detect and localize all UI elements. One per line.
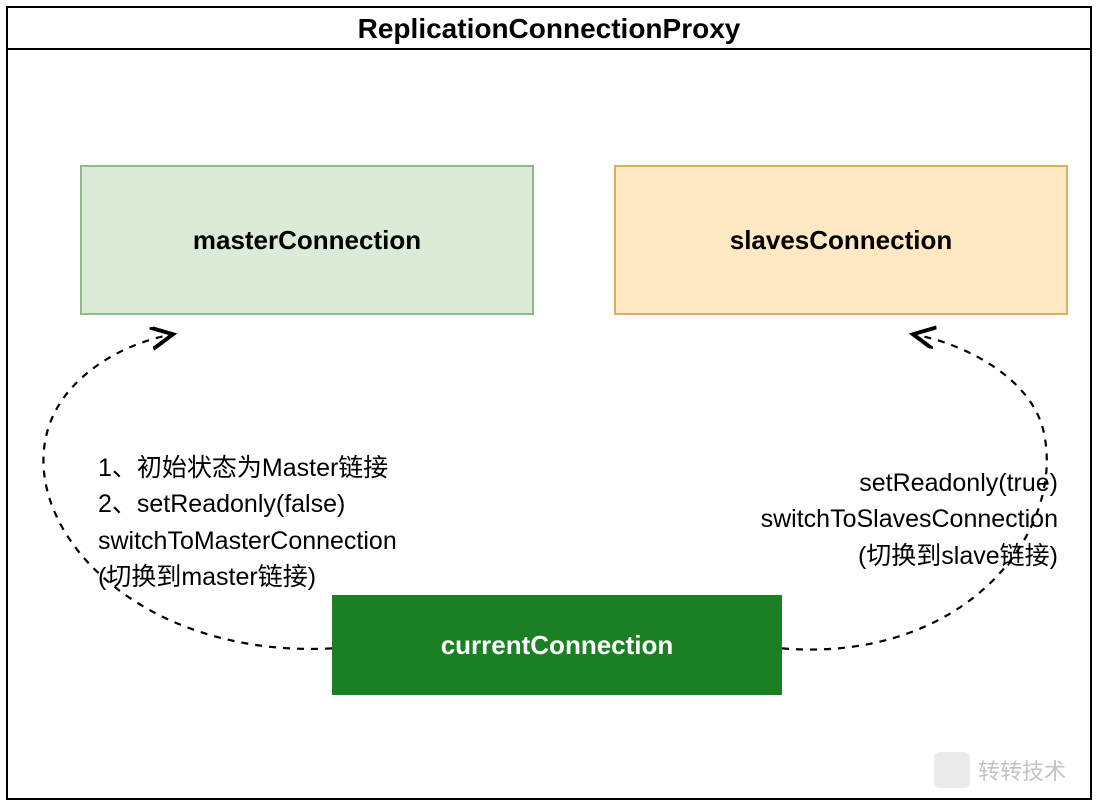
watermark: 转转技术	[934, 752, 1066, 788]
slaves-connection-box: slavesConnection	[614, 165, 1068, 315]
right-annotation-line1: setReadonly(true)	[708, 465, 1058, 501]
title-text: ReplicationConnectionProxy	[358, 13, 741, 44]
left-annotation-line2: 2、setReadonly(false)	[98, 486, 478, 522]
left-annotation-line4: (切换到master链接)	[98, 559, 478, 595]
master-connection-label: masterConnection	[193, 225, 421, 256]
watermark-text: 转转技术	[978, 754, 1066, 786]
left-annotation: 1、初始状态为Master链接 2、setReadonly(false) swi…	[98, 450, 478, 595]
slaves-connection-label: slavesConnection	[730, 225, 953, 256]
left-annotation-line1: 1、初始状态为Master链接	[98, 450, 478, 486]
left-annotation-line3: switchToMasterConnection	[98, 523, 478, 559]
right-annotation-line2: switchToSlavesConnection	[708, 501, 1058, 537]
title-bar: ReplicationConnectionProxy	[8, 8, 1090, 50]
watermark-logo-icon	[934, 752, 970, 788]
current-connection-box: currentConnection	[332, 595, 782, 695]
outer-frame: ReplicationConnectionProxy masterConnect…	[6, 6, 1092, 800]
current-connection-label: currentConnection	[441, 630, 674, 661]
master-connection-box: masterConnection	[80, 165, 534, 315]
right-annotation-line3: (切换到slave链接)	[708, 538, 1058, 574]
diagram-area: masterConnection slavesConnection curren…	[8, 50, 1090, 798]
right-annotation: setReadonly(true) switchToSlavesConnecti…	[708, 465, 1058, 574]
